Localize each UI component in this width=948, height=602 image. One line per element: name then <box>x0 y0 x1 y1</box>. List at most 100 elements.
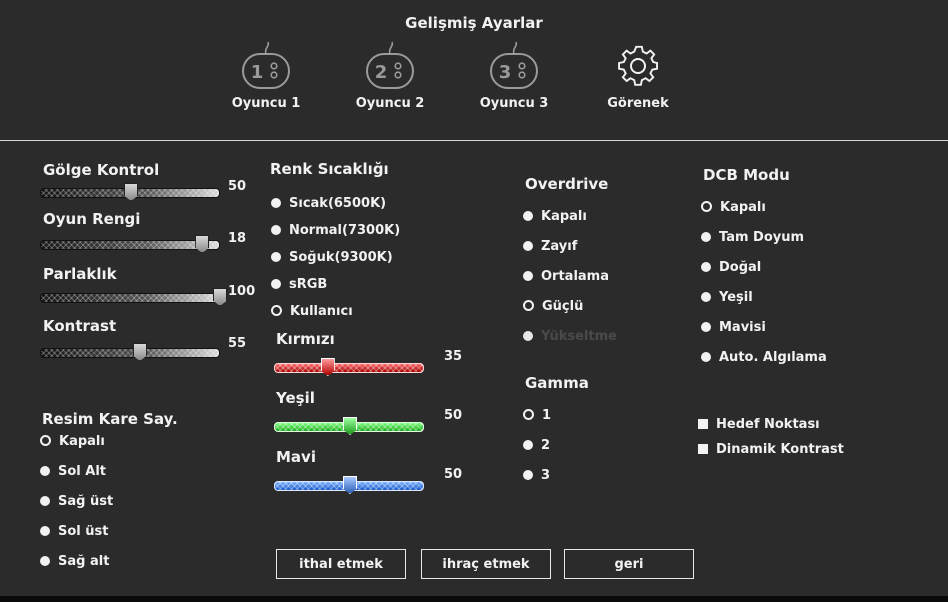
gamma-option-1[interactable]: 1 <box>523 409 551 423</box>
frame-counter-option-bottom-left[interactable]: Sol Alt <box>40 465 106 479</box>
radio-icon <box>701 261 711 272</box>
frame-counter-option-top-right[interactable]: Sağ üst <box>40 495 113 509</box>
radio-icon <box>523 469 533 480</box>
overdrive-option-off[interactable]: Kapalı <box>523 210 587 224</box>
checkbox-icon <box>698 418 708 429</box>
back-button[interactable]: geri <box>564 549 694 579</box>
gamma-title: Gamma <box>525 374 589 392</box>
shadow-control-slider[interactable] <box>40 183 220 201</box>
game-color-label: Oyun Rengi <box>43 210 141 228</box>
frame-counter-option-top-left[interactable]: Sol üst <box>40 525 108 539</box>
dcb-option-natural[interactable]: Doğal <box>701 261 761 275</box>
slider-thumb[interactable] <box>195 235 210 253</box>
target-point-checkbox[interactable]: Hedef Noktası <box>698 418 820 432</box>
overdrive-option-strong[interactable]: Güçlü <box>523 300 583 314</box>
shadow-control-label: Gölge Kontrol <box>43 161 160 179</box>
gamepad-icon: 1 <box>242 41 290 89</box>
shadow-control-value: 50 <box>228 179 247 194</box>
frame-counter-option-bottom-right[interactable]: Sağ alt <box>40 555 109 569</box>
profile-player-1[interactable]: 1 Oyuncu 1 <box>211 40 321 111</box>
dcb-title: DCB Modu <box>703 166 790 184</box>
overdrive-option-boost: Yükseltme <box>523 330 617 344</box>
frame-counter-option-off[interactable]: Kapalı <box>40 435 105 449</box>
green-value: 50 <box>444 408 463 423</box>
profile-player-3[interactable]: 3 Oyuncu 3 <box>459 40 569 111</box>
radio-icon <box>271 251 281 262</box>
radio-icon <box>271 278 281 289</box>
radio-icon <box>701 321 711 332</box>
slider-thumb[interactable] <box>213 288 227 306</box>
dcb-option-blue[interactable]: Mavisi <box>701 321 766 335</box>
green-slider[interactable] <box>274 417 424 435</box>
radio-selected-icon <box>523 300 534 311</box>
overdrive-option-weak[interactable]: Zayıf <box>523 240 577 254</box>
red-label: Kırmızı <box>276 330 335 348</box>
blue-value: 50 <box>444 467 463 482</box>
frame-counter-title: Resim Kare Say. <box>42 410 178 428</box>
color-temp-option-user[interactable]: Kullanıcı <box>271 305 353 319</box>
brightness-label: Parlaklık <box>43 265 117 283</box>
slider-thumb[interactable] <box>343 476 357 494</box>
green-label: Yeşil <box>276 389 315 407</box>
color-temp-option-warm[interactable]: Sıcak(6500K) <box>271 197 386 211</box>
dcb-option-off[interactable]: Kapalı <box>701 201 766 215</box>
overdrive-option-medium[interactable]: Ortalama <box>523 270 609 284</box>
color-temp-option-cool[interactable]: Soğuk(9300K) <box>271 251 393 265</box>
dcb-option-green[interactable]: Yeşil <box>701 291 753 305</box>
contrast-slider[interactable] <box>40 343 220 361</box>
brightness-slider[interactable] <box>40 288 227 306</box>
profile-label: Oyuncu 2 <box>355 96 425 111</box>
radio-icon <box>701 291 711 302</box>
import-button[interactable]: ithal etmek <box>276 549 406 579</box>
radio-selected-icon <box>701 201 712 212</box>
dynamic-contrast-checkbox[interactable]: Dinamik Kontrast <box>698 443 844 457</box>
page-title: Gelişmiş Ayarlar <box>405 14 543 32</box>
contrast-label: Kontrast <box>43 317 117 335</box>
slider-thumb[interactable] <box>343 417 357 435</box>
radio-icon <box>40 525 50 536</box>
color-temp-option-normal[interactable]: Normal(7300K) <box>271 224 400 238</box>
export-button[interactable]: ihraç etmek <box>421 549 551 579</box>
radio-icon <box>523 270 533 281</box>
brightness-value: 100 <box>228 284 256 299</box>
radio-icon <box>271 197 281 208</box>
blue-label: Mavi <box>276 448 316 466</box>
radio-icon <box>523 240 533 251</box>
profile-label: Oyuncu 3 <box>479 96 549 111</box>
profile-custom[interactable]: Görenek <box>583 40 693 111</box>
color-temp-title: Renk Sıcaklığı <box>270 160 389 178</box>
profile-player-2[interactable]: 2 Oyuncu 2 <box>335 40 445 111</box>
radio-icon <box>40 555 50 566</box>
blue-slider[interactable] <box>274 476 424 494</box>
red-slider[interactable] <box>274 358 424 376</box>
radio-icon <box>271 224 281 235</box>
bottom-bar <box>0 596 948 602</box>
overdrive-title: Overdrive <box>525 175 609 193</box>
gamma-option-2[interactable]: 2 <box>523 439 550 453</box>
gamma-option-3[interactable]: 3 <box>523 469 550 483</box>
gear-icon <box>618 45 659 86</box>
radio-icon <box>523 210 533 221</box>
contrast-value: 55 <box>228 336 247 351</box>
svg-text:3: 3 <box>499 62 512 83</box>
radio-selected-icon <box>271 305 282 316</box>
radio-icon <box>40 495 50 506</box>
svg-text:2: 2 <box>375 62 388 83</box>
color-temp-option-srgb[interactable]: sRGB <box>271 278 327 292</box>
header-divider <box>0 140 948 141</box>
radio-icon <box>40 465 50 476</box>
radio-icon <box>523 330 533 341</box>
gamepad-icon: 2 <box>366 41 414 89</box>
game-color-slider[interactable] <box>40 235 220 253</box>
gamepad-icon: 3 <box>490 41 538 89</box>
dcb-option-auto[interactable]: Auto. Algılama <box>701 351 827 365</box>
svg-text:1: 1 <box>251 62 264 83</box>
radio-icon <box>523 439 533 450</box>
slider-thumb[interactable] <box>132 343 147 361</box>
radio-selected-icon <box>40 435 51 446</box>
radio-selected-icon <box>523 409 534 420</box>
radio-icon <box>701 231 711 242</box>
dcb-option-full[interactable]: Tam Doyum <box>701 231 804 245</box>
slider-thumb[interactable] <box>124 183 138 201</box>
slider-thumb[interactable] <box>320 358 335 376</box>
